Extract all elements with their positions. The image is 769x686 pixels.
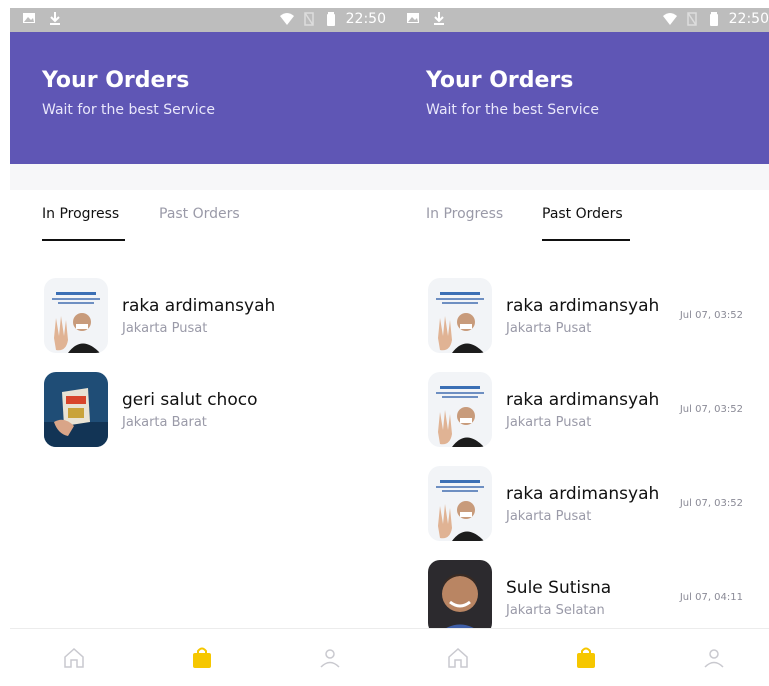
bottom-nav xyxy=(10,628,394,686)
order-city: Jakarta Barat xyxy=(122,415,207,430)
tab-in-progress[interactable]: In Progress xyxy=(426,206,503,222)
order-tabs: In Progress Past Orders xyxy=(394,190,769,242)
order-city: Jakarta Pusat xyxy=(506,321,592,336)
order-tabs: In Progress Past Orders xyxy=(10,190,394,242)
order-date: Jul 07, 03:52 xyxy=(679,310,743,321)
header-spacer xyxy=(394,164,769,190)
order-customer-name: geri salut choco xyxy=(122,390,258,410)
shopping-bag-icon[interactable] xyxy=(574,646,598,670)
orders-header: Your Orders Wait for the best Service xyxy=(394,32,769,164)
shopping-bag-icon[interactable] xyxy=(190,646,214,670)
page-subtitle: Wait for the best Service xyxy=(42,102,215,118)
order-customer-name: raka ardimansyah xyxy=(506,296,660,316)
tab-past-orders[interactable]: Past Orders xyxy=(542,206,623,222)
order-list-item[interactable]: geri salut choco Jakarta Barat xyxy=(42,372,394,466)
app-root: 22:50 Your Orders Wait for the best Serv… xyxy=(0,0,769,686)
status-bar: 22:50 xyxy=(394,8,769,32)
active-tab-indicator xyxy=(42,239,125,241)
profile-icon[interactable] xyxy=(318,646,342,670)
order-customer-name: raka ardimansyah xyxy=(506,484,660,504)
page-title: Your Orders xyxy=(426,68,574,93)
status-time: 22:50 xyxy=(728,11,769,27)
order-city: Jakarta Pusat xyxy=(122,321,208,336)
active-tab-indicator xyxy=(542,239,630,241)
wifi-icon xyxy=(279,13,294,25)
status-bar: 22:50 xyxy=(10,8,394,32)
order-date: Jul 07, 03:52 xyxy=(679,404,743,415)
order-city: Jakarta Selatan xyxy=(506,603,605,618)
status-time: 22:50 xyxy=(345,11,386,27)
avatar xyxy=(428,278,492,353)
avatar xyxy=(44,278,108,353)
avatar xyxy=(428,372,492,447)
avatar xyxy=(44,372,108,447)
download-icon xyxy=(50,12,60,25)
bottom-nav xyxy=(394,628,769,686)
avatar xyxy=(428,466,492,541)
order-list-item[interactable]: raka ardimansyah Jakarta Pusat xyxy=(42,278,394,372)
profile-icon[interactable] xyxy=(702,646,726,670)
order-city: Jakarta Pusat xyxy=(506,415,592,430)
order-list-item[interactable]: raka ardimansyah Jakarta Pusat Jul 07, 0… xyxy=(426,372,769,466)
avatar xyxy=(428,560,492,635)
orders-screen-past: 22:50 Your Orders Wait for the best Serv… xyxy=(394,0,769,686)
order-list-item[interactable]: raka ardimansyah Jakarta Pusat Jul 07, 0… xyxy=(426,278,769,372)
order-city: Jakarta Pusat xyxy=(506,509,592,524)
order-customer-name: raka ardimansyah xyxy=(122,296,276,316)
orders-header: Your Orders Wait for the best Service xyxy=(10,32,394,164)
order-list-item[interactable]: raka ardimansyah Jakarta Pusat Jul 07, 0… xyxy=(426,466,769,560)
home-icon[interactable] xyxy=(62,646,86,670)
orders-screen-in-progress: 22:50 Your Orders Wait for the best Serv… xyxy=(10,0,394,686)
image-icon xyxy=(23,13,35,23)
battery-icon xyxy=(709,12,718,26)
header-spacer xyxy=(10,164,394,190)
image-icon xyxy=(407,13,419,23)
battery-icon xyxy=(326,12,335,26)
order-list: raka ardimansyah Jakarta Pusat Jul 07, 0… xyxy=(426,278,769,654)
tab-past-orders[interactable]: Past Orders xyxy=(159,206,240,222)
order-list: raka ardimansyah Jakarta Pusat geri salu… xyxy=(42,278,394,466)
no-signal-icon xyxy=(686,12,697,26)
no-signal-icon xyxy=(303,12,314,26)
wifi-icon xyxy=(662,13,677,25)
tab-in-progress[interactable]: In Progress xyxy=(42,206,119,222)
page-subtitle: Wait for the best Service xyxy=(426,102,599,118)
order-date: Jul 07, 03:52 xyxy=(679,498,743,509)
download-icon xyxy=(434,12,444,25)
order-customer-name: raka ardimansyah xyxy=(506,390,660,410)
home-icon[interactable] xyxy=(446,646,470,670)
order-date: Jul 07, 04:11 xyxy=(679,592,743,603)
page-title: Your Orders xyxy=(42,68,190,93)
order-customer-name: Sule Sutisna xyxy=(506,578,612,598)
